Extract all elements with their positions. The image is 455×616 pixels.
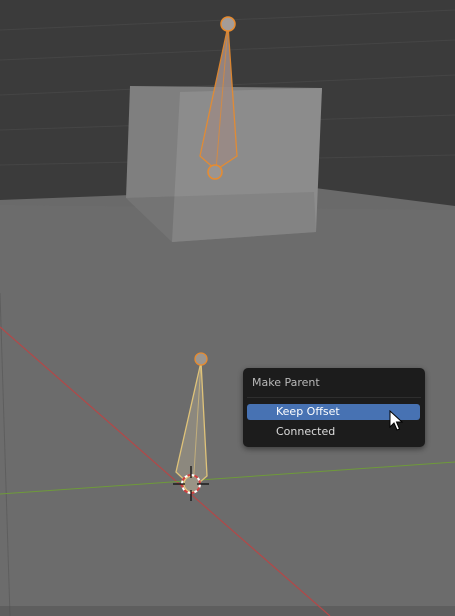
menu-item-label: Keep Offset — [276, 405, 340, 418]
viewport-scene[interactable] — [0, 0, 455, 616]
menu-item-label: Connected — [276, 425, 336, 438]
make-parent-menu: Make Parent Keep Offset Connected — [243, 368, 425, 447]
3d-viewport[interactable]: Make Parent Keep Offset Connected — [0, 0, 455, 616]
menu-separator — [247, 397, 421, 398]
menu-title: Make Parent — [252, 376, 320, 389]
mouse-pointer-icon — [389, 410, 403, 431]
